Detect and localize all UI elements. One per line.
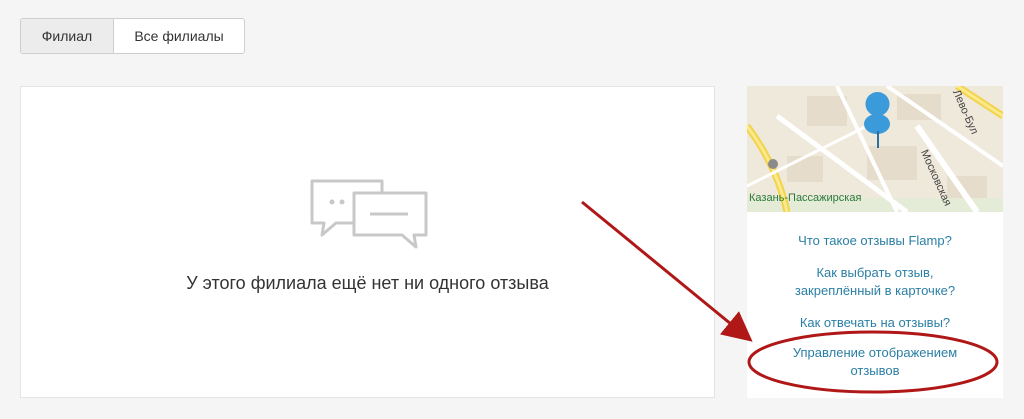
sidebar: Казань-Пассажирская Московская Лево-Бул … [747, 86, 1003, 398]
link-what-is-flamp[interactable]: Что такое отзывы Flamp? [747, 232, 1003, 250]
chat-bubbles-icon [310, 179, 428, 249]
branch-filter-tabs: Филиал Все филиалы [20, 18, 245, 54]
link-manage-review-display[interactable]: Управление отображением отзывов [777, 344, 973, 380]
reviews-panel: У этого филиала ещё нет ни одного отзыва [20, 86, 715, 398]
link-how-to-reply[interactable]: Как отвечать на отзывы? [747, 314, 1003, 332]
empty-reviews-message: У этого филиала ещё нет ни одного отзыва [186, 273, 549, 293]
link-pinned-review[interactable]: Как выбрать отзыв, закреплённый в карточ… [777, 264, 973, 300]
tab-branch[interactable]: Филиал [21, 19, 113, 53]
map-station-label: Казань-Пассажирская [749, 192, 862, 204]
tab-all-branches[interactable]: Все филиалы [113, 19, 244, 53]
branch-map[interactable]: Казань-Пассажирская Московская Лево-Бул [747, 86, 1003, 212]
